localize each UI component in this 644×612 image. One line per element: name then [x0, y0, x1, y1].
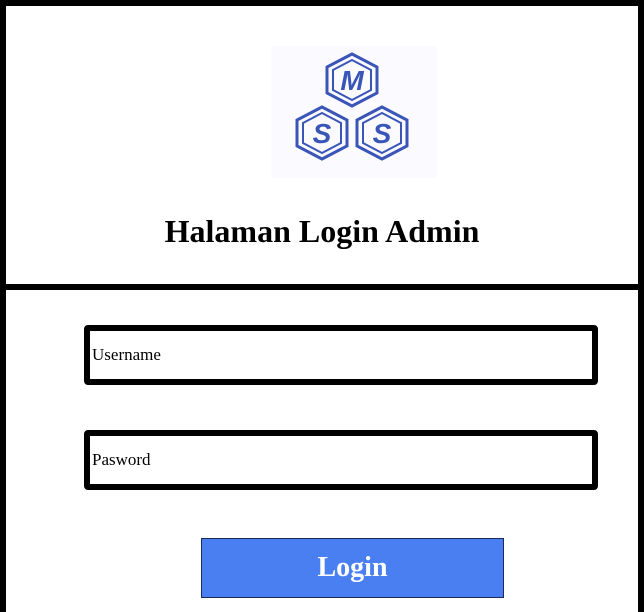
- mss-logo-icon: M S S: [271, 46, 437, 178]
- login-window: M S S Halaman Login Admin Login: [0, 0, 644, 612]
- password-field-box: [84, 430, 598, 490]
- password-input[interactable]: [90, 436, 592, 484]
- logo-letter-s-right: S: [373, 118, 392, 149]
- logo-letter-m: M: [340, 65, 364, 96]
- logo-letter-s-left: S: [313, 118, 332, 149]
- mss-logo-svg: M S S: [295, 52, 409, 161]
- username-field-box: [84, 325, 598, 385]
- page-title: Halaman Login Admin: [164, 213, 480, 249]
- username-input[interactable]: [90, 331, 592, 379]
- login-button[interactable]: Login: [201, 538, 504, 598]
- login-header: M S S Halaman Login Admin: [6, 6, 638, 290]
